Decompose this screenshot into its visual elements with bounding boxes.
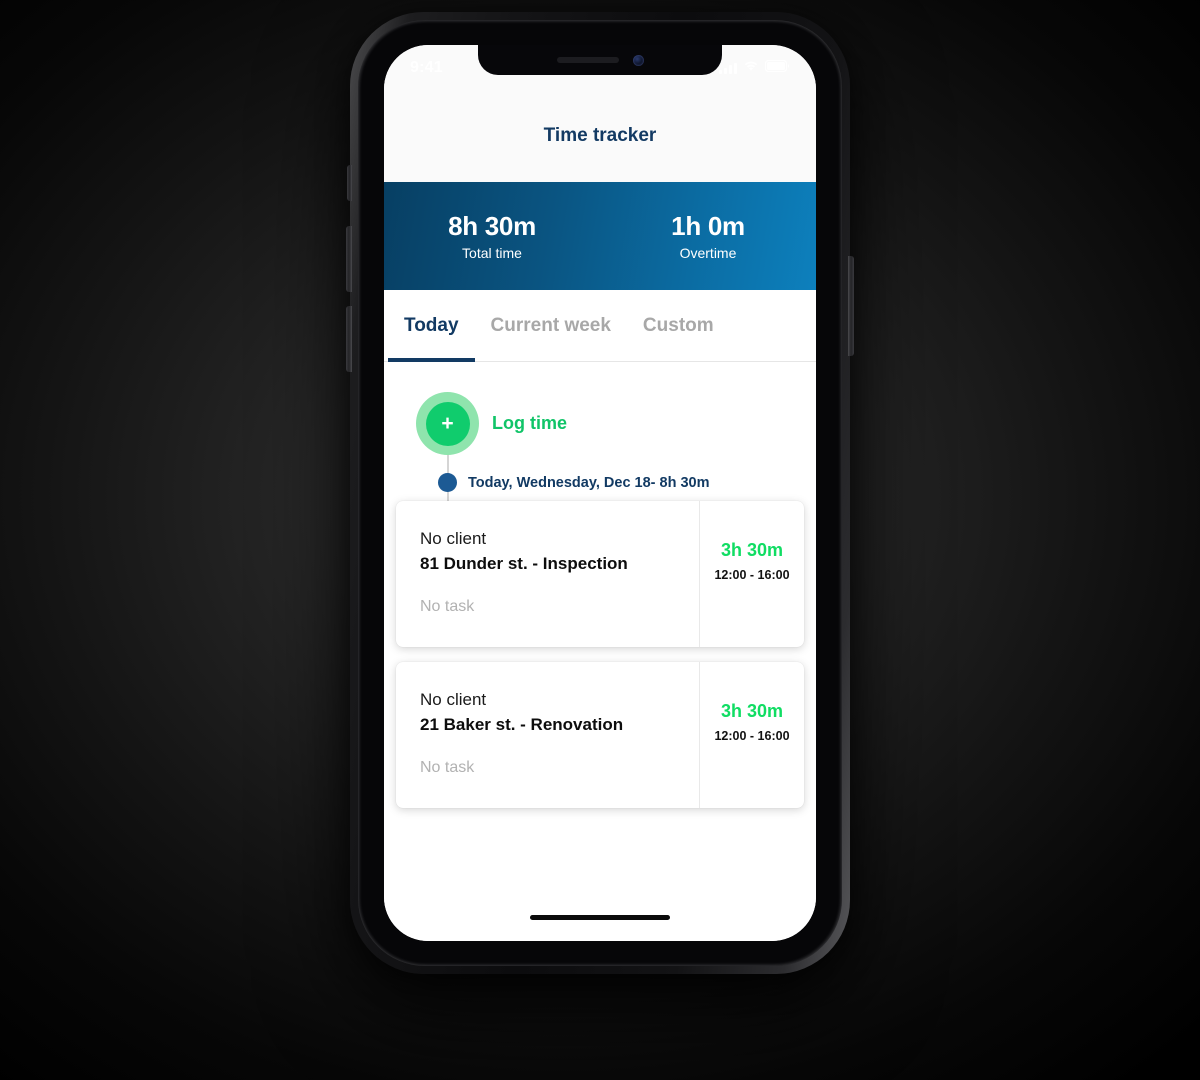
summary-overtime-value: 1h 0m bbox=[671, 211, 745, 241]
speaker-grille-icon bbox=[556, 57, 619, 63]
time-entry-list: No client 81 Dunder st. - Inspection No … bbox=[384, 501, 816, 823]
silent-switch-button[interactable] bbox=[347, 165, 352, 201]
time-entry-card[interactable]: No client 21 Baker st. - Renovation No t… bbox=[396, 662, 804, 808]
home-indicator[interactable] bbox=[530, 915, 670, 920]
summary-bar: 8h 30m Total time 1h 0m Overtime bbox=[384, 182, 816, 290]
time-entry-card[interactable]: No client 81 Dunder st. - Inspection No … bbox=[396, 501, 804, 647]
phone-screen: 9:41 Time tracker 8h 30m Total time 1h 0… bbox=[384, 45, 816, 941]
app-header: Time tracker bbox=[384, 89, 816, 182]
time-entry-details: No client 21 Baker st. - Renovation No t… bbox=[396, 662, 699, 808]
summary-total-time: 8h 30m Total time bbox=[384, 211, 600, 261]
log-time-row[interactable]: + Log time bbox=[416, 392, 567, 455]
battery-icon bbox=[764, 59, 790, 77]
power-button[interactable] bbox=[848, 256, 854, 356]
summary-overtime: 1h 0m Overtime bbox=[600, 211, 816, 261]
summary-overtime-label: Overtime bbox=[679, 245, 737, 261]
tab-custom[interactable]: Custom bbox=[627, 290, 730, 362]
time-entry-client: No client bbox=[420, 529, 487, 548]
volume-down-button[interactable] bbox=[346, 306, 352, 372]
time-entry-duration: 3h 30m bbox=[720, 701, 784, 721]
tab-today[interactable]: Today bbox=[388, 290, 475, 362]
status-bar-icons bbox=[719, 57, 790, 77]
log-time-button[interactable]: + bbox=[416, 392, 479, 455]
front-camera-icon bbox=[632, 54, 644, 66]
time-entry-client: No client bbox=[420, 690, 487, 709]
phone-frame: 9:41 Time tracker 8h 30m Total time 1h 0… bbox=[350, 12, 850, 974]
tab-bar: Today Current week Custom bbox=[384, 290, 816, 362]
time-entry-task: No task bbox=[420, 759, 475, 777]
signal-icon bbox=[719, 62, 737, 74]
day-group-label: Today, Wednesday, Dec 18- 8h 30m bbox=[468, 474, 710, 491]
summary-total-time-value: 8h 30m bbox=[448, 211, 536, 241]
time-entry-duration: 3h 30m bbox=[720, 540, 784, 560]
page-title: Time tracker bbox=[543, 124, 657, 146]
day-group-header: Today, Wednesday, Dec 18- 8h 30m bbox=[438, 473, 710, 492]
time-entry-title: 21 Baker st. - Renovation bbox=[420, 714, 624, 734]
plus-icon: + bbox=[425, 401, 470, 446]
time-entry-range: 12:00 - 16:00 bbox=[714, 568, 790, 582]
time-entry-time: 3h 30m 12:00 - 16:00 bbox=[699, 662, 804, 808]
time-entry-task: No task bbox=[420, 598, 475, 616]
status-bar-time: 9:41 bbox=[410, 59, 443, 76]
time-entry-time: 3h 30m 12:00 - 16:00 bbox=[699, 501, 804, 647]
wifi-icon bbox=[743, 59, 759, 77]
notch bbox=[478, 45, 722, 75]
log-time-label[interactable]: Log time bbox=[492, 413, 567, 434]
time-entry-details: No client 81 Dunder st. - Inspection No … bbox=[396, 501, 699, 647]
timeline-dot-icon bbox=[438, 473, 457, 492]
tab-current-week[interactable]: Current week bbox=[475, 290, 627, 362]
time-entry-title: 81 Dunder st. - Inspection bbox=[420, 553, 628, 573]
content-area: + Log time Today, Wednesday, Dec 18- 8h … bbox=[384, 362, 816, 941]
time-entry-range: 12:00 - 16:00 bbox=[714, 729, 790, 743]
volume-up-button[interactable] bbox=[346, 226, 352, 292]
summary-total-time-label: Total time bbox=[462, 245, 522, 261]
